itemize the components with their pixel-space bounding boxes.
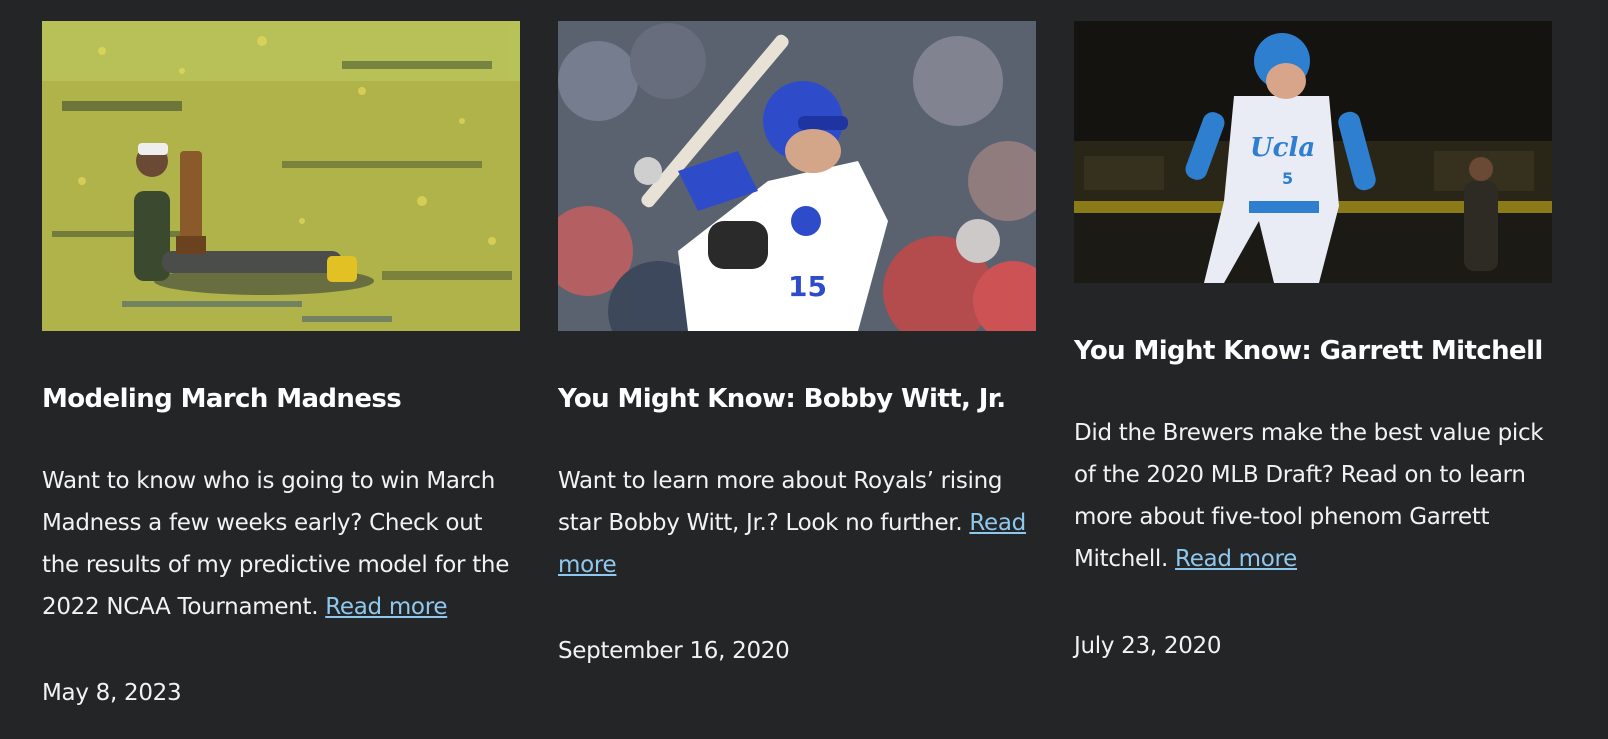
post-thumbnail[interactable] [42,21,520,331]
post-title[interactable]: You Might Know: Bobby Witt, Jr. [558,383,1036,415]
post-excerpt: Want to learn more about Royals’ rising … [558,460,1036,586]
post-card: 15 You Might Know: Bobby Witt, Jr. Want … [558,21,1036,666]
post-thumbnail[interactable]: Ucla 5 [1074,21,1552,283]
post-title[interactable]: You Might Know: Garrett Mitchell [1074,335,1552,367]
post-date: September 16, 2020 [558,638,790,664]
post-date: May 8, 2023 [42,680,182,706]
post-excerpt: Did the Brewers make the best value pick… [1074,412,1552,580]
baseball-batter-photo: 15 [558,21,1036,331]
post-thumbnail[interactable]: 15 [558,21,1036,331]
post-excerpt: Want to know who is going to win March M… [42,460,520,628]
read-more-link[interactable]: Read more [1175,546,1297,572]
jersey-text: Ucla [1250,133,1315,163]
baseball-runner-photo: Ucla 5 [1074,21,1552,283]
jersey-number: 5 [1282,169,1293,188]
post-excerpt-text: Did the Brewers make the best value pick… [1074,420,1544,572]
post-card: Modeling March Madness Want to know who … [42,21,520,708]
post-card: Ucla 5 You Might Know: Garrett Mitchell … [1074,21,1552,661]
post-date: July 23, 2020 [1074,633,1222,659]
read-more-link[interactable]: Read more [325,594,447,620]
post-excerpt-text: Want to learn more about Royals’ rising … [558,468,1003,536]
basketball-confetti-photo [42,21,520,331]
post-title[interactable]: Modeling March Madness [42,383,520,415]
blog-post-grid: Modeling March Madness Want to know who … [0,0,1608,739]
jersey-number: 15 [788,270,827,303]
